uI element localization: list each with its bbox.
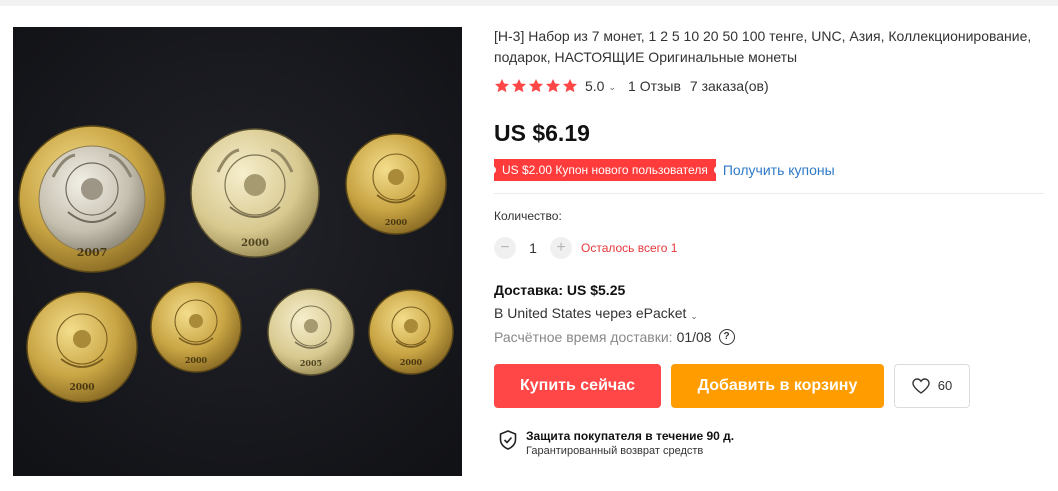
divider	[494, 193, 1044, 194]
quantity-increase-button[interactable]: +	[550, 237, 572, 259]
delivery-method-label: В United States через ePacket	[494, 305, 687, 321]
top-divider	[0, 0, 1058, 6]
svg-text:2000: 2000	[69, 383, 94, 393]
buy-now-button[interactable]: Купить сейчас	[494, 363, 661, 408]
rating-stars[interactable]	[494, 78, 578, 94]
svg-text:2000: 2000	[400, 357, 423, 367]
delivery-estimate-label: Расчётное время доставки:	[494, 329, 673, 345]
buyer-protection-text: Защита покупателя в течение 90 д. Гарант…	[526, 429, 734, 458]
rating-row: 5.0 ⌄ 1 Отзыв 7 заказа(ов)	[494, 77, 1044, 95]
buyer-protection: Защита покупателя в течение 90 д. Гарант…	[494, 429, 1044, 458]
buyer-protection-title: Защита покупателя в течение 90 д.	[526, 429, 735, 443]
rating-value[interactable]: 5.0	[585, 78, 604, 94]
coin-100-tenge: 2007	[18, 125, 166, 273]
svg-text:2005: 2005	[300, 358, 322, 368]
shield-check-icon	[499, 430, 517, 450]
coin-20-tenge: 2000	[345, 133, 447, 235]
star-icon	[546, 79, 560, 93]
buyer-protection-subtitle: Гарантированный возврат средств	[526, 445, 704, 457]
product-info: [H-3] Набор из 7 монет, 1 2 5 10 20 50 1…	[492, 26, 1044, 458]
delivery-estimate: Расчётное время доставки: 01/08 ?	[494, 328, 1044, 346]
coin-50-tenge: 2000	[190, 128, 320, 258]
product-title: [H-3] Набор из 7 монет, 1 2 5 10 20 50 1…	[494, 28, 1032, 65]
get-coupons-link[interactable]: Получить купоны	[723, 162, 835, 178]
svg-text:2007: 2007	[77, 246, 108, 259]
svg-text:2000: 2000	[385, 217, 408, 227]
quantity-value[interactable]: 1	[516, 240, 550, 256]
product-price: US $6.19	[494, 120, 590, 146]
svg-text:2000: 2000	[185, 355, 208, 365]
wishlist-button[interactable]: 60	[894, 363, 970, 408]
quantity-stepper: − 1 + Осталось всего 1	[494, 236, 1044, 260]
coupon-badge[interactable]: US $2.00 Купон нового пользователя	[492, 159, 718, 181]
coins-photo: 2007 2000 2000 2000 2000 2005 2000	[13, 27, 462, 476]
coin-2-tenge: 2005	[267, 288, 355, 376]
chevron-down-icon: ⌄	[690, 311, 698, 321]
coin-10-tenge: 2000	[26, 291, 138, 403]
quantity-label: Количество:	[494, 209, 562, 223]
star-icon	[529, 79, 543, 93]
coin-1-tenge: 2000	[368, 289, 454, 375]
delivery-estimate-date: 01/08	[676, 329, 712, 345]
coin-5-tenge: 2000	[150, 281, 242, 373]
orders-count: 7 заказа(ов)	[689, 78, 769, 94]
help-icon[interactable]: ?	[718, 329, 735, 345]
chevron-down-icon[interactable]: ⌄	[608, 82, 616, 93]
product-page: 2007 2000 2000 2000 2000 2005 2000 [H-3]…	[0, 0, 1058, 491]
stock-note: Осталось всего 1	[581, 241, 678, 255]
action-buttons: Купить сейчас Добавить в корзину 60	[494, 363, 1044, 408]
delivery-cost: Доставка: US $5.25	[494, 282, 626, 298]
star-icon	[495, 79, 509, 93]
reviews-link[interactable]: 1 Отзыв	[628, 78, 681, 94]
add-to-cart-button[interactable]: Добавить в корзину	[671, 363, 884, 408]
heart-icon	[912, 377, 930, 394]
delivery-method-select[interactable]: В United States через ePacket ⌄	[494, 304, 1044, 322]
product-image[interactable]: 2007 2000 2000 2000 2000 2005 2000	[13, 27, 462, 476]
svg-text:2000: 2000	[241, 238, 269, 249]
star-icon	[563, 79, 577, 93]
quantity-decrease-button[interactable]: −	[494, 237, 516, 259]
coupon-row: US $2.00 Купон нового пользователя Получ…	[492, 159, 1044, 181]
star-icon	[512, 79, 526, 93]
wishlist-count: 60	[937, 378, 953, 393]
